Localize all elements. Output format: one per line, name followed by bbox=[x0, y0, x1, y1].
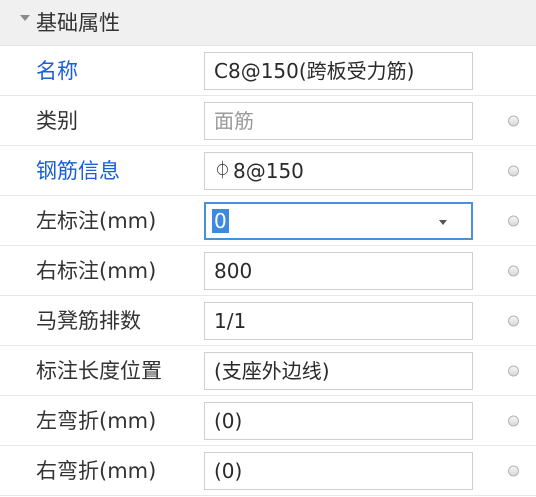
category-value: 面筋 bbox=[214, 109, 254, 133]
attach-radio-annotation-position[interactable] bbox=[508, 365, 519, 376]
attach-radio-left-bend[interactable] bbox=[508, 415, 519, 426]
property-label-right-bend: 右弯折(mm) bbox=[36, 458, 157, 483]
chair-bar-rows-input[interactable]: 1/1 bbox=[204, 302, 473, 340]
property-row-left-bend: 左弯折(mm) (0) bbox=[0, 396, 536, 446]
right-annotation-input[interactable]: 800 bbox=[204, 252, 473, 290]
chevron-down-icon[interactable] bbox=[439, 220, 447, 225]
property-row-rebar-info: 钢筋信息 ⏀ 8@150 bbox=[0, 146, 536, 196]
property-label-name: 名称 bbox=[36, 58, 78, 83]
attach-radio-rebar-info[interactable] bbox=[508, 165, 519, 176]
property-row-annotation-position: 标注长度位置 (支座外边线) bbox=[0, 346, 536, 396]
property-panel: 基础属性 名称 C8@150(跨板受力筋) 类别 面筋 钢筋信息 ⏀ 8@150 … bbox=[0, 0, 536, 497]
property-label-right-annotation: 右标注(mm) bbox=[36, 258, 157, 283]
property-row-right-bend: 右弯折(mm) (0) bbox=[0, 446, 536, 496]
right-bend-input[interactable]: (0) bbox=[204, 452, 473, 490]
property-row-name: 名称 C8@150(跨板受力筋) bbox=[0, 46, 536, 96]
attach-radio-chair-bar-rows[interactable] bbox=[508, 315, 519, 326]
property-label-left-annotation: 左标注(mm) bbox=[36, 208, 157, 233]
rebar-spec-text: 8@150 bbox=[233, 159, 304, 183]
section-title: 基础属性 bbox=[36, 11, 120, 35]
property-row-right-annotation: 右标注(mm) 800 bbox=[0, 246, 536, 296]
property-label-annotation-position: 标注长度位置 bbox=[36, 358, 162, 383]
property-label-rebar-info: 钢筋信息 bbox=[36, 158, 120, 183]
attach-radio-category[interactable] bbox=[508, 115, 519, 126]
property-row-left-annotation: 左标注(mm) 0 bbox=[0, 196, 536, 246]
attach-radio-right-annotation[interactable] bbox=[508, 265, 519, 276]
property-label-category: 类别 bbox=[36, 108, 78, 133]
property-row-category: 类别 面筋 bbox=[0, 96, 536, 146]
rebar-info-input[interactable]: ⏀ 8@150 bbox=[204, 152, 473, 190]
property-label-left-bend: 左弯折(mm) bbox=[36, 408, 157, 433]
category-input[interactable]: 面筋 bbox=[204, 102, 473, 140]
annotation-position-input[interactable]: (支座外边线) bbox=[204, 352, 473, 390]
property-row-chair-bar-rows: 马凳筋排数 1/1 bbox=[0, 296, 536, 346]
attach-radio-right-bend[interactable] bbox=[508, 465, 519, 476]
rebar-info-value: ⏀ 8@150 bbox=[214, 158, 304, 184]
left-annotation-dropdown[interactable]: 0 bbox=[204, 202, 473, 240]
property-label-chair-bar-rows: 马凳筋排数 bbox=[36, 308, 141, 333]
left-bend-input[interactable]: (0) bbox=[204, 402, 473, 440]
right-bend-value: (0) bbox=[214, 459, 243, 483]
rebar-grade-symbol-icon: ⏀ bbox=[214, 161, 231, 181]
left-annotation-value: 0 bbox=[212, 208, 229, 234]
name-input[interactable]: C8@150(跨板受力筋) bbox=[204, 52, 473, 90]
selected-text: 0 bbox=[212, 209, 229, 233]
name-value: C8@150(跨板受力筋) bbox=[214, 59, 415, 83]
section-header[interactable]: 基础属性 bbox=[0, 0, 536, 46]
chair-bar-rows-value: 1/1 bbox=[214, 309, 247, 333]
collapse-triangle-icon[interactable] bbox=[20, 15, 30, 21]
right-annotation-value: 800 bbox=[214, 259, 253, 283]
attach-radio-left-annotation[interactable] bbox=[508, 215, 519, 226]
annotation-position-value: (支座外边线) bbox=[214, 359, 330, 383]
left-bend-value: (0) bbox=[214, 409, 243, 433]
